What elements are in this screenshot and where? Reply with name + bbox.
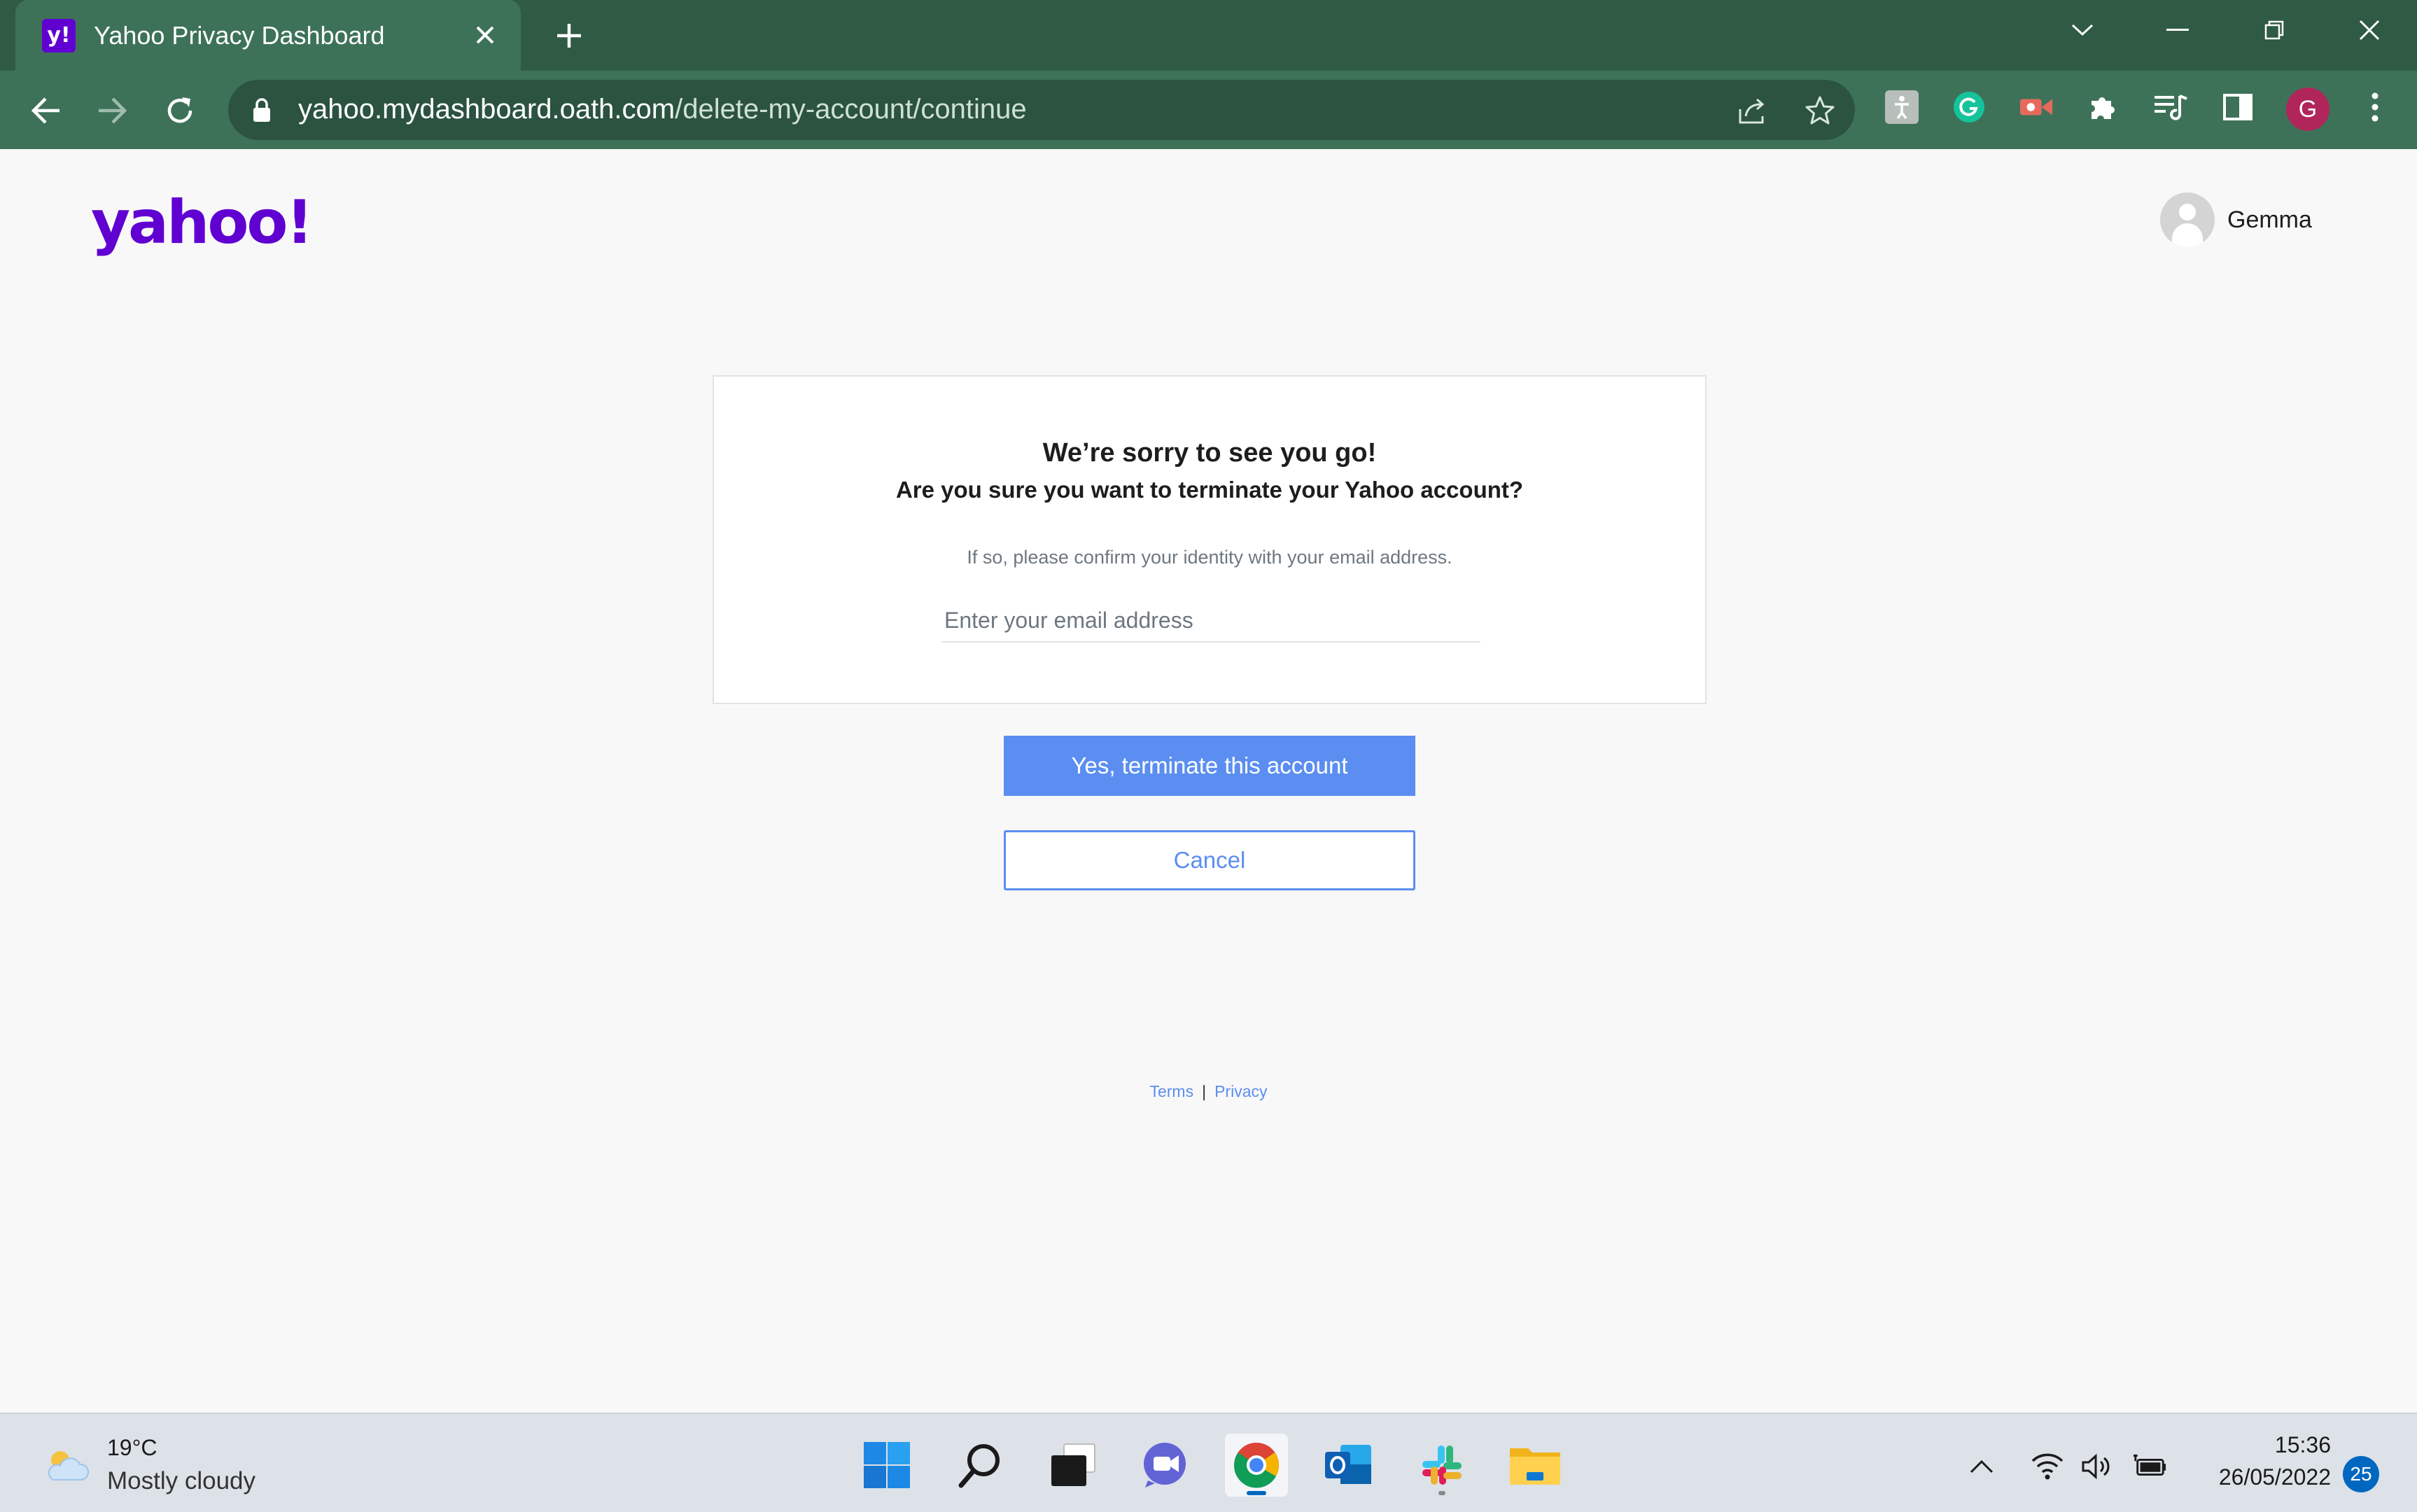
grammarly-icon[interactable] — [1952, 90, 1987, 125]
weather-temperature[interactable]: 19°C — [107, 1435, 157, 1461]
media-queue-icon[interactable] — [2153, 90, 2188, 125]
new-tab-button[interactable] — [546, 11, 592, 57]
taskbar: 19°C Mostly cloudy 15:36 26/05/2022 25 — [0, 1413, 2417, 1512]
url-path: /delete-my-account/continue — [675, 94, 1027, 125]
minimize-button[interactable] — [2146, 6, 2209, 55]
delete-account-card: We’re sorry to see you go! Are you sure … — [713, 375, 1707, 704]
wifi-icon[interactable] — [2030, 1449, 2065, 1484]
extensions-puzzle-icon[interactable] — [2086, 90, 2121, 125]
close-window-button[interactable] — [2338, 6, 2401, 55]
cancel-button[interactable]: Cancel — [1004, 830, 1415, 890]
partly-cloudy-icon[interactable] — [43, 1448, 91, 1488]
clock-time[interactable]: 15:36 — [2254, 1432, 2331, 1458]
active-app-indicator — [1247, 1491, 1266, 1495]
url-text: yahoo.mydashboard.oath.com/delete-my-acc… — [298, 94, 1027, 125]
close-tab-icon[interactable] — [468, 18, 503, 53]
profile-avatar[interactable]: G — [2286, 88, 2330, 131]
terms-link[interactable]: Terms — [1149, 1082, 1193, 1100]
restore-button[interactable] — [2243, 6, 2306, 55]
extension-accessibility-icon[interactable] — [1884, 90, 1919, 125]
search-icon[interactable] — [948, 1434, 1011, 1497]
profile-initial: G — [2286, 88, 2330, 131]
lock-icon[interactable] — [252, 97, 272, 126]
card-heading: We’re sorry to see you go! — [1042, 438, 1377, 468]
battery-charging-icon[interactable] — [2132, 1449, 2167, 1484]
show-hidden-icons-chevron-icon[interactable] — [1964, 1449, 1999, 1484]
notification-count-badge[interactable]: 25 — [2343, 1456, 2379, 1492]
reload-icon[interactable] — [158, 89, 202, 132]
forward-arrow-icon[interactable] — [91, 89, 134, 132]
clock-date[interactable]: 26/05/2022 — [2184, 1464, 2331, 1490]
chrome-taskbar-app[interactable] — [1225, 1434, 1288, 1497]
share-icon[interactable] — [1736, 94, 1770, 127]
bookmark-star-icon[interactable] — [1803, 94, 1837, 127]
url-domain: yahoo.mydashboard.oath.com — [298, 94, 675, 125]
email-field[interactable] — [941, 599, 1480, 643]
user-menu[interactable]: Gemma — [2160, 192, 2312, 247]
confirm-identity-hint: If so, please confirm your identity with… — [967, 547, 1452, 568]
footer-separator: | — [1202, 1082, 1207, 1100]
windows-start-icon[interactable] — [855, 1434, 918, 1497]
weather-condition[interactable]: Mostly cloudy — [107, 1467, 255, 1495]
tab-yahoo-privacy-dashboard[interactable]: y! Yahoo Privacy Dashboard — [15, 0, 521, 71]
tab-search-chevron-icon[interactable] — [2051, 6, 2114, 55]
footer-links: Terms | Privacy — [0, 1082, 2417, 1101]
slack-icon[interactable] — [1410, 1434, 1473, 1497]
yahoo-favicon-icon: y! — [42, 18, 76, 52]
address-bar[interactable]: yahoo.mydashboard.oath.com/delete-my-acc… — [228, 80, 1855, 140]
tab-title: Yahoo Privacy Dashboard — [94, 20, 385, 50]
browser-toolbar: yahoo.mydashboard.oath.com/delete-my-acc… — [0, 71, 2417, 149]
screen-recorder-icon[interactable] — [2019, 90, 2054, 125]
task-view-icon[interactable] — [1042, 1434, 1105, 1497]
outlook-icon[interactable] — [1317, 1434, 1380, 1497]
running-app-dot — [1438, 1491, 1445, 1495]
side-panel-icon[interactable] — [2220, 90, 2255, 125]
yahoo-logo[interactable]: yahoo! — [91, 188, 314, 258]
more-menu-icon[interactable] — [2358, 90, 2393, 125]
volume-icon[interactable] — [2079, 1449, 2114, 1484]
teams-chat-icon[interactable] — [1135, 1434, 1198, 1497]
back-arrow-icon[interactable] — [24, 89, 67, 132]
terminate-account-button[interactable]: Yes, terminate this account — [1004, 736, 1415, 796]
file-explorer-icon[interactable] — [1504, 1434, 1567, 1497]
page-content: yahoo! Gemma We’re sorry to see you go! … — [0, 149, 2417, 1413]
user-name: Gemma — [2227, 206, 2312, 233]
privacy-link[interactable]: Privacy — [1214, 1082, 1267, 1100]
card-subheading: Are you sure you want to terminate your … — [895, 477, 1524, 503]
user-avatar-icon — [2160, 192, 2215, 247]
browser-tab-strip: y! Yahoo Privacy Dashboard — [0, 0, 2417, 71]
